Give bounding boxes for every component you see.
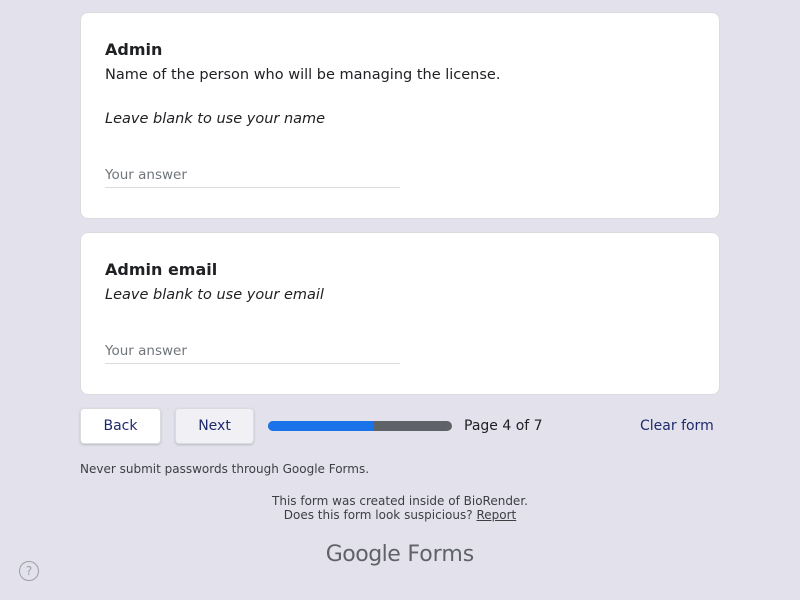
- brand-google: Google: [325, 542, 401, 567]
- question-title: Admin email: [105, 260, 218, 279]
- suspicious-line: Does this form look suspicious? Report: [0, 508, 800, 522]
- google-forms-logo: Google Forms: [0, 542, 800, 567]
- progress-bar-fill: [268, 421, 373, 431]
- admin-answer-input[interactable]: [105, 163, 400, 188]
- page-indicator: Page 4 of 7: [464, 418, 543, 434]
- question-note: Leave blank to use your name: [105, 111, 326, 127]
- help-icon[interactable]: ?: [19, 561, 39, 581]
- next-button[interactable]: Next: [175, 408, 254, 444]
- suspicious-prompt: Does this form look suspicious?: [283, 508, 473, 522]
- question-title: Admin: [105, 40, 163, 59]
- report-link[interactable]: Report: [476, 508, 516, 522]
- admin-email-answer-input[interactable]: [105, 339, 400, 364]
- question-card-admin: Admin Name of the person who will be man…: [80, 12, 720, 219]
- password-notice: Never submit passwords through Google Fo…: [80, 462, 370, 476]
- clear-form-button[interactable]: Clear form: [640, 418, 714, 434]
- brand-forms: Forms: [407, 542, 475, 567]
- question-note: Leave blank to use your email: [105, 287, 324, 303]
- back-button[interactable]: Back: [80, 408, 161, 444]
- question-card-admin-email: Admin email Leave blank to use your emai…: [80, 232, 720, 395]
- progress-bar: [268, 421, 452, 431]
- question-description: Name of the person who will be managing …: [105, 67, 501, 83]
- created-inside-text: This form was created inside of BioRende…: [272, 494, 528, 508]
